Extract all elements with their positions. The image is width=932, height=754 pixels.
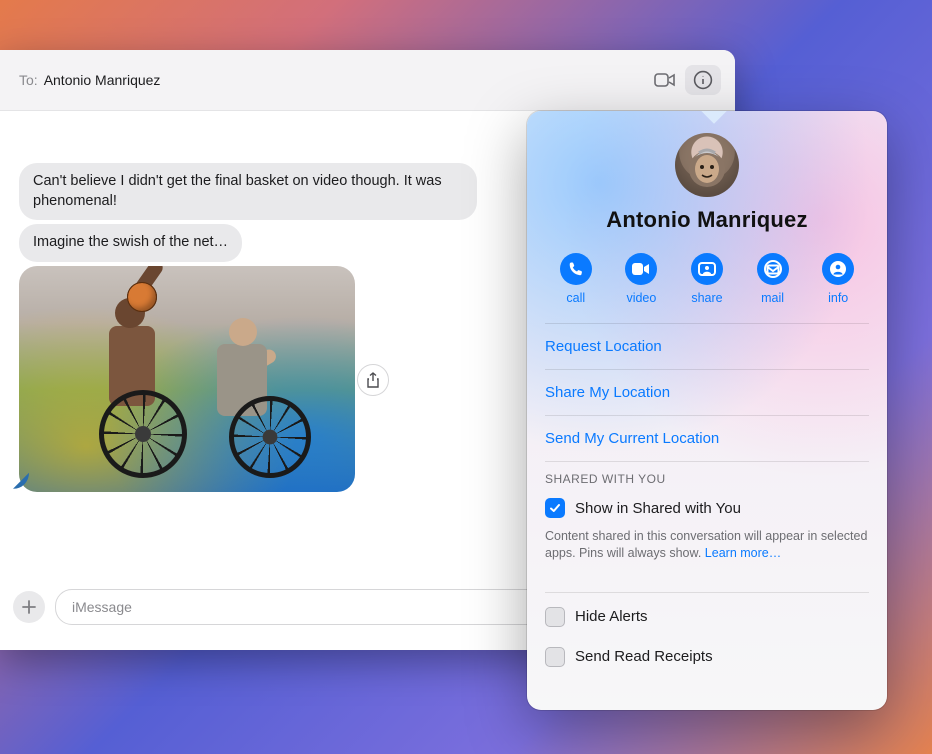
shareplay-icon [698, 262, 716, 276]
to-recipient[interactable]: Antonio Manriquez [44, 72, 161, 88]
row-hide-alerts[interactable]: Hide Alerts [545, 592, 869, 631]
video-action-icon [632, 263, 650, 275]
check-icon [549, 502, 561, 514]
action-call[interactable]: call [547, 253, 605, 305]
row-send-current-location[interactable]: Send My Current Location [545, 415, 869, 461]
conversation-titlebar: To: Antonio Manriquez [0, 50, 735, 111]
row-send-read-receipts[interactable]: Send Read Receipts [545, 631, 869, 671]
facetime-video-button[interactable] [647, 65, 683, 95]
share-icon [366, 372, 380, 388]
popover-contact-name: Antonio Manriquez [527, 207, 887, 233]
action-mail-label: mail [761, 291, 784, 305]
received-bubble-1[interactable]: Can't believe I didn't get the final bas… [19, 163, 477, 220]
row-share-my-location-label: Share My Location [545, 384, 670, 401]
received-bubble-1-text: Can't believe I didn't get the final bas… [33, 173, 442, 209]
action-share[interactable]: share [678, 253, 736, 305]
mail-icon [764, 260, 782, 278]
row-show-in-shared[interactable]: Show in Shared with You [545, 486, 869, 522]
compose-plus-button[interactable] [13, 591, 45, 623]
info-button[interactable] [685, 65, 721, 95]
received-bubble-2-text: Imagine the swish of the net… [33, 234, 228, 250]
action-share-label: share [691, 291, 722, 305]
row-send-current-location-label: Send My Current Location [545, 430, 719, 447]
hide-alerts-label: Hide Alerts [575, 608, 648, 625]
to-label: To: [19, 72, 38, 88]
popover-header: Antonio Manriquez [527, 111, 887, 233]
shared-note-learn-more[interactable]: Learn more… [705, 546, 781, 560]
action-video[interactable]: video [612, 253, 670, 305]
desktop: To: Antonio Manriquez Thanl [0, 0, 932, 754]
popover-list: Request Location Share My Location Send … [527, 323, 887, 671]
send-read-receipts-label: Send Read Receipts [575, 648, 713, 665]
send-read-receipts-checkbox[interactable] [545, 647, 565, 667]
shared-with-you-title: SHARED WITH YOU [545, 461, 869, 486]
received-bubble-2[interactable]: Imagine the swish of the net… [19, 224, 242, 262]
row-request-location-label: Request Location [545, 338, 662, 355]
action-mail[interactable]: mail [744, 253, 802, 305]
details-popover: Antonio Manriquez call video [527, 111, 887, 710]
show-in-shared-checkbox[interactable] [545, 498, 565, 518]
hide-alerts-checkbox[interactable] [545, 607, 565, 627]
contact-card-icon [829, 260, 847, 278]
info-icon [693, 70, 713, 90]
action-info[interactable]: info [809, 253, 867, 305]
row-share-my-location[interactable]: Share My Location [545, 369, 869, 415]
received-image [19, 266, 355, 492]
shared-with-you-note: Content shared in this conversation will… [545, 522, 869, 592]
show-in-shared-label: Show in Shared with You [575, 500, 741, 517]
image-share-button[interactable] [357, 364, 389, 396]
popover-actions: call video [527, 233, 887, 323]
action-info-label: info [828, 291, 848, 305]
compose-placeholder: iMessage [72, 599, 132, 615]
action-call-label: call [566, 291, 585, 305]
contact-avatar[interactable] [675, 133, 739, 197]
plus-icon [21, 599, 37, 615]
phone-icon [568, 261, 584, 277]
memoji-icon [681, 139, 733, 191]
action-video-label: video [626, 291, 656, 305]
video-icon [654, 72, 676, 88]
row-request-location[interactable]: Request Location [545, 323, 869, 369]
received-image-bubble[interactable] [19, 266, 355, 492]
